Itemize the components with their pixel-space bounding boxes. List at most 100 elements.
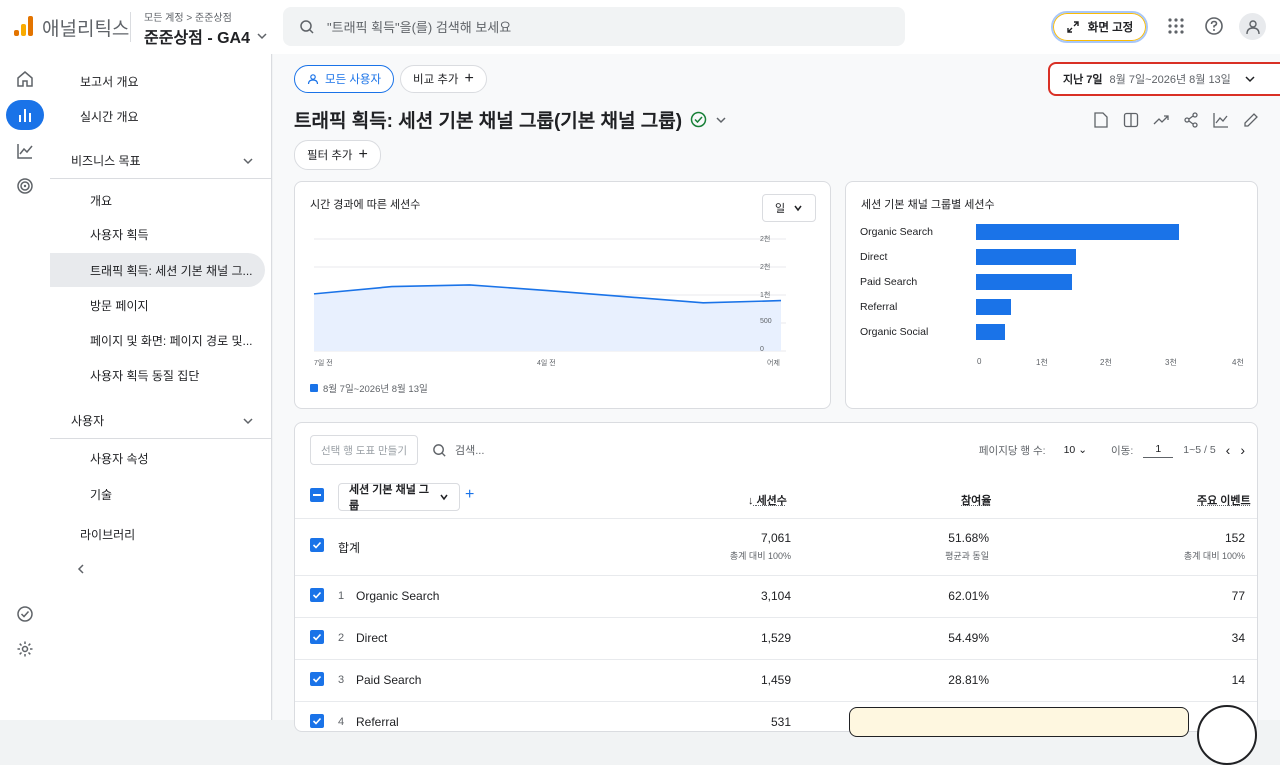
nav-item-pages-screens[interactable]: 페이지 및 화면: 페이지 경로 및...: [50, 323, 265, 357]
edit-pencil-icon[interactable]: [1241, 110, 1261, 130]
collapse-chevron-left-icon[interactable]: [74, 562, 88, 576]
nav-section-user[interactable]: 사용자: [50, 403, 272, 439]
table-search-placeholder: 검색...: [455, 442, 484, 458]
advertising-icon[interactable]: [6, 171, 44, 201]
nav-item-realtime-overview[interactable]: 실시간 개요: [50, 99, 265, 133]
person-icon: [1245, 19, 1261, 35]
help-icon[interactable]: [1202, 14, 1226, 38]
table-row[interactable]: 2 Direct 1,529 54.49% 34: [295, 617, 1257, 659]
prev-page-chevron-left-icon[interactable]: ‹: [1226, 442, 1231, 458]
verified-check-icon[interactable]: [690, 111, 707, 128]
row-checkbox[interactable]: [310, 672, 324, 686]
breadcrumb-parent[interactable]: 모든 계정: [144, 13, 184, 24]
table-row[interactable]: 3 Paid Search 1,459 28.81% 14: [295, 659, 1257, 701]
add-dimension-plus-icon[interactable]: +: [465, 486, 474, 504]
chart-legend[interactable]: 8월 7일~2026년 8월 13일: [310, 381, 428, 395]
row-channel: Organic Search: [356, 589, 439, 603]
home-icon[interactable]: [6, 64, 44, 94]
report-nav: 보고서 개요 실시간 개요 비즈니스 목표 개요 사용자 획득 트래픽 획득: …: [50, 54, 272, 720]
date-range-picker[interactable]: 지난 7일 8월 7일~2026년 8월 13일: [1048, 62, 1280, 96]
chevron-down-icon: [1244, 73, 1256, 85]
nav-item-reports-overview[interactable]: 보고서 개요: [50, 64, 265, 98]
row-checkbox[interactable]: [310, 714, 324, 728]
search-bar[interactable]: "트래픽 획득"을(를) 검색해 보세요: [283, 7, 905, 46]
col-header-sessions[interactable]: ↓ 세션수: [748, 492, 787, 508]
trending-icon[interactable]: [1151, 110, 1171, 130]
settings-gear-icon[interactable]: [6, 634, 44, 664]
bar[interactable]: [976, 249, 1076, 265]
col-header-engagement[interactable]: 참여율: [961, 492, 991, 508]
checkmark-circle-icon[interactable]: [6, 599, 44, 629]
nav-item-user-acquisition[interactable]: 사용자 획득: [50, 217, 265, 251]
floating-action-button[interactable]: [1197, 705, 1257, 765]
rows-per-page-value: 10: [1064, 444, 1076, 456]
breadcrumb-child[interactable]: 준준상점: [195, 13, 232, 24]
table-search[interactable]: 검색...: [432, 435, 484, 465]
dimension-select[interactable]: 세션 기본 채널 그룹: [338, 483, 460, 511]
search-icon: [299, 19, 315, 35]
all-users-chip[interactable]: 모든 사용자: [294, 65, 394, 93]
x-tick: 0: [977, 357, 981, 366]
nav-item-library[interactable]: 라이브러리: [50, 517, 265, 551]
expand-icon: [1066, 20, 1080, 34]
row-events: 34: [1232, 631, 1245, 645]
row-sessions: 1,529: [761, 631, 791, 645]
left-rail: [0, 54, 50, 720]
col-header-key-events[interactable]: 주요 이벤트: [1197, 492, 1251, 508]
bar[interactable]: [976, 299, 1011, 315]
bar[interactable]: [976, 274, 1072, 290]
sessions-over-time-card: 시간 경과에 따른 세션수 일 2천 2천 1천 500 0 7일 전 4일 전…: [294, 181, 831, 409]
sort-arrow-down-icon: ↓: [748, 495, 754, 507]
rows-per-page-select[interactable]: 10 ⌄: [1064, 444, 1087, 456]
account-avatar[interactable]: [1239, 13, 1266, 40]
goto-page-input[interactable]: 1: [1143, 443, 1173, 458]
explore-icon[interactable]: [6, 136, 44, 166]
table-row[interactable]: 1 Organic Search 3,104 62.01% 77: [295, 575, 1257, 617]
apps-grid-icon[interactable]: [1164, 14, 1188, 38]
nav-item-tech[interactable]: 기술: [50, 477, 265, 511]
plus-icon: +: [465, 70, 474, 88]
nav-item-landing-page[interactable]: 방문 페이지: [50, 288, 265, 322]
reports-icon[interactable]: [6, 100, 44, 130]
row-channel: Direct: [356, 631, 387, 645]
row-checkbox[interactable]: [310, 630, 324, 644]
chevron-down-icon[interactable]: [715, 114, 727, 126]
select-all-checkbox[interactable]: [310, 488, 324, 502]
bar[interactable]: [976, 324, 1005, 340]
pin-view-button[interactable]: 화면 고정: [1051, 11, 1148, 43]
nav-item-overview[interactable]: 개요: [50, 183, 265, 217]
nav-item-user-attributes[interactable]: 사용자 속성: [50, 441, 265, 475]
nav-item-traffic-acquisition[interactable]: 트래픽 획득: 세션 기본 채널 그...: [50, 253, 265, 287]
share-icon[interactable]: [1181, 110, 1201, 130]
chevron-down-icon: [256, 30, 268, 42]
date-preset: 지난 7일: [1063, 71, 1103, 87]
table-row-total: 합계 7,061 총계 대비 100% 51.68% 평균과 동일 152 총계…: [295, 518, 1257, 575]
create-plot-rows-button[interactable]: 선택 행 도표 만들기: [310, 435, 418, 465]
document-icon[interactable]: [1091, 110, 1111, 130]
row-engagement: 62.01%: [948, 589, 989, 603]
row-sessions: 531: [771, 715, 791, 729]
property-selector[interactable]: 준준상점 - GA4: [144, 24, 268, 48]
plus-icon: +: [359, 146, 368, 164]
check-icon: [312, 632, 322, 642]
breadcrumb[interactable]: 모든 계정 > 준준상점: [144, 9, 232, 24]
page-title-text: 트래픽 획득: 세션 기본 채널 그룹(기본 채널 그룹): [294, 106, 682, 133]
row-checkbox[interactable]: [310, 588, 324, 602]
compare-columns-icon[interactable]: [1121, 110, 1141, 130]
next-page-chevron-right-icon[interactable]: ›: [1240, 442, 1245, 458]
analytics-logo-icon[interactable]: [14, 16, 34, 36]
add-comparison-chip[interactable]: 비교 추가 +: [400, 65, 487, 93]
add-filter-chip[interactable]: 필터 추가 +: [294, 140, 381, 170]
total-label: 합계: [338, 539, 360, 556]
sessions-by-channel-card: 세션 기본 채널 그룹별 세션수 Organic SearchDirectPai…: [845, 181, 1258, 409]
nav-section-business-goals[interactable]: 비즈니스 목표: [50, 143, 272, 179]
row-checkbox[interactable]: [310, 538, 324, 552]
app-name[interactable]: 애널리틱스: [42, 14, 129, 41]
bar[interactable]: [976, 224, 1179, 240]
insights-chart-icon[interactable]: [1211, 110, 1231, 130]
y-tick: 0: [760, 346, 764, 353]
property-name: 준준상점 - GA4: [144, 24, 250, 48]
nav-item-cohort[interactable]: 사용자 획득 동질 집단: [50, 358, 265, 392]
x-tick: 7일 전: [314, 358, 333, 368]
notification-banner[interactable]: [849, 707, 1189, 737]
